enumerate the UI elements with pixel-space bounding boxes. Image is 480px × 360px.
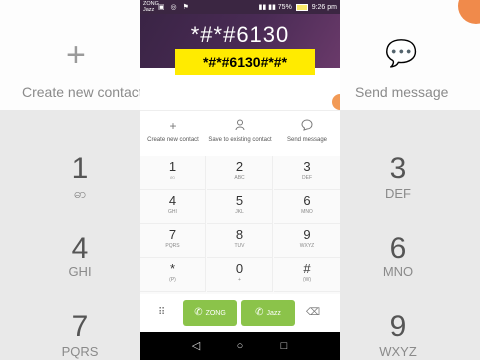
save-existing-contact-button[interactable]: Save to existing contact [207,111,273,156]
bg-plus-icon: + [66,36,86,74]
message-icon [274,119,340,133]
call-sim2-button[interactable]: ✆ Jazz [241,300,295,326]
key-digit: 3 [303,159,311,174]
create-contact-label: Create new contact [147,137,199,143]
battery-icon [295,3,308,11]
bg-letters-9: WXYZ [379,344,417,359]
phone-screen: ZONG Jazz ▣ ◎ ⚑ ▮▮ ▮▮ 75% 9:26 pm *#*#61… [140,0,340,360]
status-right: ▮▮ ▮▮ 75% 9:26 pm [258,3,337,11]
key-letters: + [238,277,241,283]
key-digit: 1 [168,159,177,174]
save-existing-label: Save to existing contact [208,137,272,143]
send-message-label: Send message [286,137,328,143]
bg-digit-4: 4 [71,232,89,265]
carrier-labels: ZONG Jazz [143,1,159,13]
key-3[interactable]: 3 DEF [274,156,340,190]
bg-digit-7: 7 [71,310,89,343]
key-hash[interactable]: # (W) [274,258,340,292]
notification-icons: ▣ ◎ ⚑ [158,4,191,11]
backspace-icon[interactable]: ⌫ [306,307,320,318]
home-icon[interactable]: ○ [234,340,246,352]
back-icon[interactable]: ◁ [190,340,202,352]
key-letters: PQRS [165,243,180,249]
phone-icon: ✆ [255,307,264,318]
send-message-button[interactable]: Send message [274,111,340,156]
bg-letters-7: PQRS [61,344,99,359]
key-digit: 9 [303,227,311,242]
plus-icon: + [169,119,177,133]
key-6[interactable]: 6 MNO [274,190,340,224]
key-1[interactable]: 1 ဓာ [140,156,206,190]
bg-digit-1: 1 [71,152,89,185]
key-letters: TUV [234,243,245,249]
key-letters: (W) [302,277,312,283]
bg-digit-3: 3 [389,152,407,185]
bg-digit-6: 6 [389,232,407,265]
key-letters: DEF [302,175,312,181]
key-digit: 0 [235,261,244,276]
key-7[interactable]: 7 PQRS [140,224,206,258]
dialed-number[interactable]: *#*#6130 [140,22,340,48]
key-digit: 5 [235,193,244,208]
bg-letters-6: MNO [382,264,414,279]
clock: 9:26 pm [311,4,337,11]
bg-create-contact-label: Create new contact [22,84,143,100]
key-8[interactable]: 8 TUV [207,224,273,258]
person-icon [207,119,273,133]
action-row: + Create new contact Save to existing co… [140,110,340,157]
key-digit: 6 [303,193,311,208]
key-4[interactable]: 4 GHI [140,190,206,224]
status-bar: ZONG Jazz ▣ ◎ ⚑ ▮▮ ▮▮ 75% 9:26 pm [140,0,340,14]
key-0[interactable]: 0 + [207,258,273,292]
phone-icon: ✆ [194,307,203,318]
call-sim1-button[interactable]: ✆ ZONG [183,300,237,326]
key-letters: WXYZ [299,243,315,249]
key-letters: JKL [235,209,244,215]
bg-letters-1: ဓာ [73,186,87,201]
bg-letters-4: GHI [68,264,92,279]
key-digit: 4 [168,193,177,208]
sim1-label: ZONG [205,310,226,317]
signal-icon: ▮▮ ▮▮ [258,4,276,11]
key-letters: GHI [168,209,177,215]
key-2[interactable]: 2 ABC [207,156,273,190]
bg-letters-3: DEF [385,186,411,201]
navigation-bar: ◁ ○ □ [140,332,340,360]
bg-message-icon: 💬 [385,38,418,68]
floating-tab[interactable] [332,94,340,110]
key-letters: ဓာ [170,175,175,181]
key-letters: MNO [301,209,313,215]
key-letters: ABC [234,175,245,181]
key-digit: 7 [168,227,177,242]
key-digit: 8 [235,227,244,242]
key-letters: (P) [169,277,176,283]
call-bar: ⠿ ✆ ZONG ✆ Jazz ⌫ [140,294,340,332]
create-contact-button[interactable]: + Create new contact [140,111,206,156]
key-digit: # [303,261,311,276]
key-digit: 2 [235,159,244,174]
bg-digit-9: 9 [389,310,407,343]
key-star[interactable]: * (P) [140,258,206,292]
bg-send-message-label: Send message [355,84,449,100]
key-5[interactable]: 5 JKL [207,190,273,224]
code-overlay: *#*#6130#*#* [175,49,315,75]
battery-percent: 75% [277,4,292,11]
key-digit: * [169,261,176,276]
carrier-2: Jazz [143,7,155,13]
recents-icon[interactable]: □ [278,340,290,352]
dialpad-toggle-icon[interactable]: ⠿ [158,307,170,319]
dial-keypad: 1 ဓာ 2 ABC 3 DEF 4 GHI 5 JKL 6 MNO 7 PQRS 8 TUV … [140,156,340,294]
sim2-label: Jazz [266,310,281,317]
key-9[interactable]: 9 WXYZ [274,224,340,258]
